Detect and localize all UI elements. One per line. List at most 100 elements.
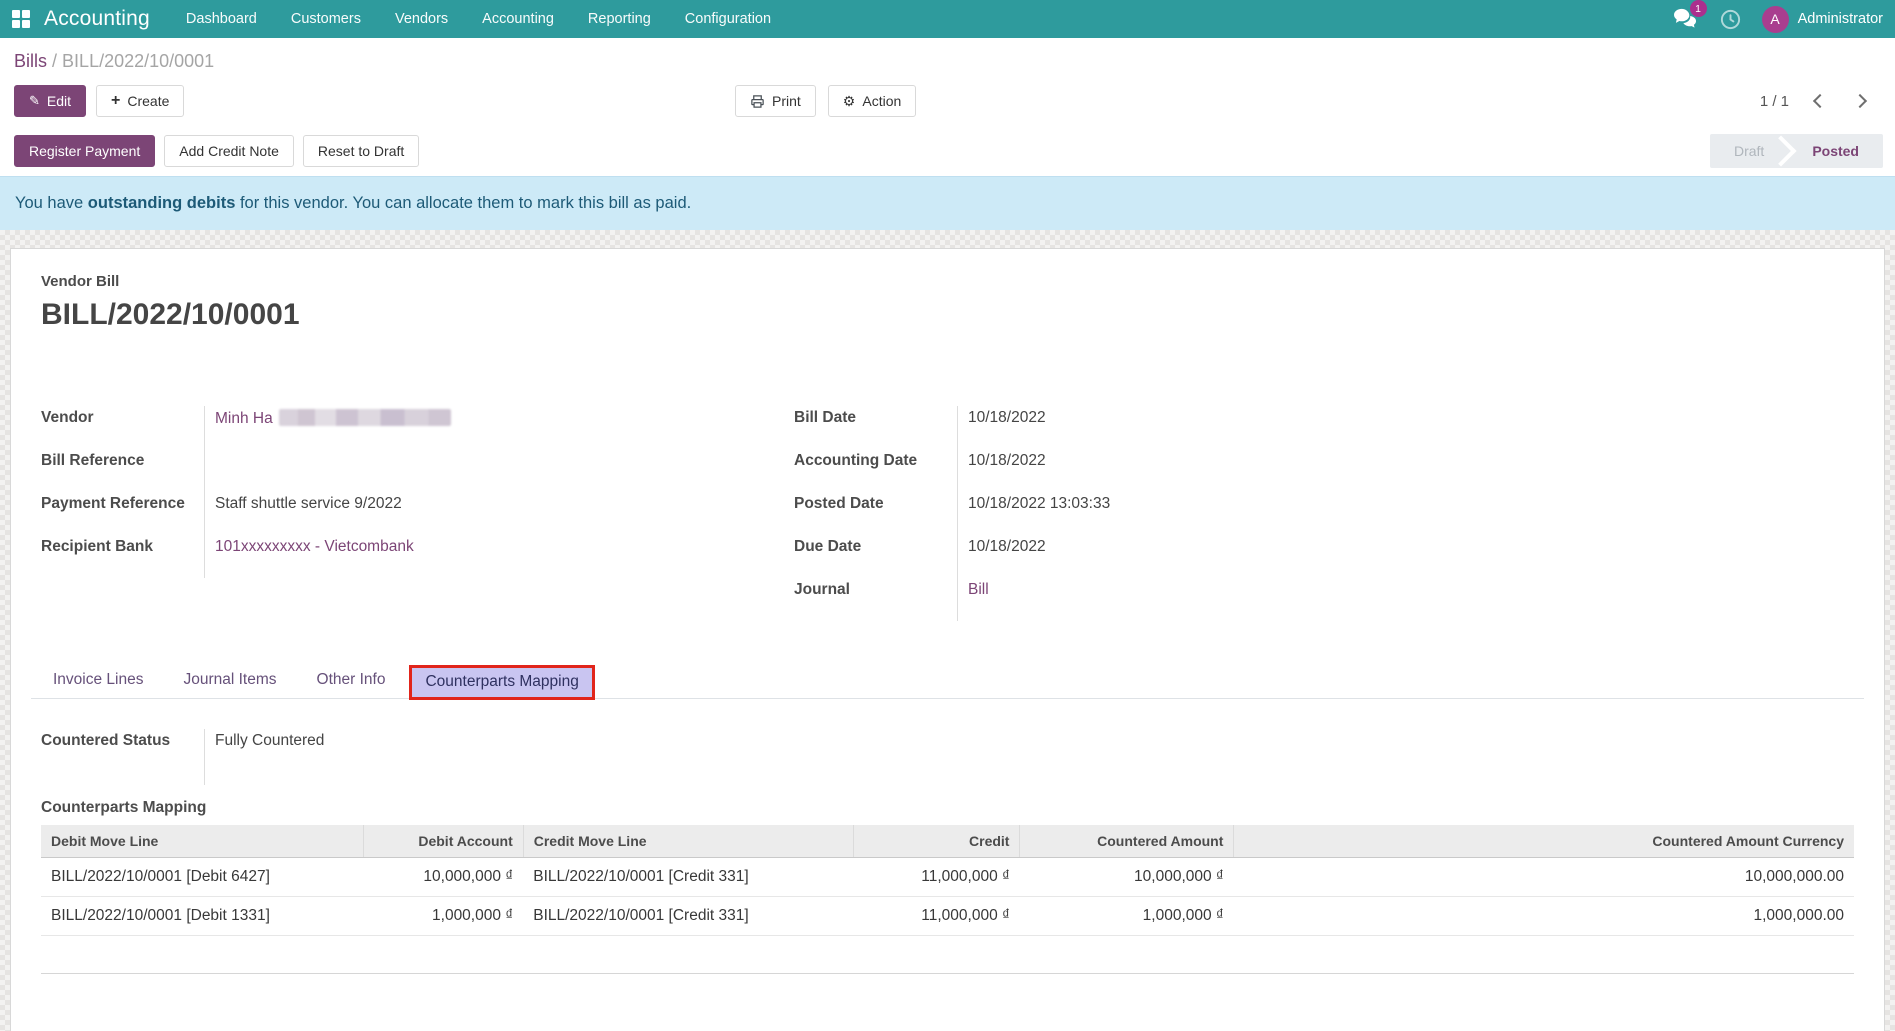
field-journal: Journal Bill [794,578,1564,621]
breadcrumb-bills-link[interactable]: Bills [14,51,47,71]
pager-next-icon[interactable] [1853,94,1867,108]
cell-debit-account: 10,000,000 ₫ [364,858,524,897]
menu-vendors[interactable]: Vendors [395,11,448,27]
table-empty-row [41,936,1854,974]
status-arrow-icon [1766,135,1797,166]
table-row[interactable]: BILL/2022/10/0001 [Debit 1331] 1,000,000… [41,897,1854,936]
reset-to-draft-button[interactable]: Reset to Draft [303,135,419,167]
notebook-tabs: Invoice Lines Journal Items Other Info C… [31,663,1864,699]
cell-countered-amount-currency: 10,000,000.00 [1234,858,1854,897]
top-navbar: Accounting Dashboard Customers Vendors A… [0,0,1895,38]
cell-debit-move-line[interactable]: BILL/2022/10/0001 [Debit 6427] [41,858,364,897]
avatar: A [1762,6,1789,33]
tab-counterparts-mapping[interactable]: Counterparts Mapping [409,665,594,700]
field-countered-status: Countered Status Fully Countered [41,729,1864,785]
content-background: Vendor Bill BILL/2022/10/0001 Vendor Min… [0,230,1895,1031]
posted-date-value: 10/18/2022 13:03:33 [957,492,1564,535]
bill-date-value: 10/18/2022 [957,406,1564,449]
banner-bold-text: outstanding debits [88,194,236,212]
recipient-bank-link[interactable]: 101xxxxxxxxx - Vietcombank [215,538,414,555]
edit-button[interactable]: ✎ Edit [14,85,86,117]
activity-clock-icon[interactable] [1719,8,1742,31]
printer-icon [750,94,765,109]
breadcrumb: Bills / BILL/2022/10/0001 [0,38,1895,76]
pager-value: 1 / 1 [1760,93,1789,110]
field-group-right: Bill Date 10/18/2022 Accounting Date 10/… [794,406,1564,621]
field-bill-reference: Bill Reference [41,449,786,492]
banner-text: You have [15,194,88,212]
field-due-date: Due Date 10/18/2022 [794,535,1564,578]
status-bar: Draft Posted [1710,134,1883,168]
field-recipient-bank: Recipient Bank 101xxxxxxxxx - Vietcomban… [41,535,786,578]
tab-other-info[interactable]: Other Info [301,663,402,698]
apps-grid-icon[interactable] [12,10,30,28]
table-header-row: Debit Move Line Debit Account Credit Mov… [41,825,1854,858]
table-row[interactable]: BILL/2022/10/0001 [Debit 6427] 10,000,00… [41,858,1854,897]
messages-icon[interactable]: 1 [1673,7,1699,31]
status-posted: Posted [1792,143,1879,159]
cell-credit: 11,000,000 ₫ [853,858,1020,897]
breadcrumb-separator: / [52,51,62,71]
field-payment-reference: Payment Reference Staff shuttle service … [41,492,786,535]
add-credit-note-button[interactable]: Add Credit Note [164,135,294,167]
pager-previous-icon[interactable] [1813,94,1827,108]
field-groups: Vendor Minh Ha Bill Reference Payment Re… [41,406,1864,621]
menu-accounting[interactable]: Accounting [482,11,554,27]
print-button[interactable]: Print [735,85,816,117]
menu-customers[interactable]: Customers [291,11,361,27]
pager: 1 / 1 [1760,93,1865,110]
menu-configuration[interactable]: Configuration [685,11,771,27]
bill-reference-value [204,449,786,492]
journal-link[interactable]: Bill [968,581,989,598]
field-accounting-date: Accounting Date 10/18/2022 [794,449,1564,492]
field-bill-date: Bill Date 10/18/2022 [794,406,1564,449]
pencil-icon: ✎ [29,93,40,109]
form-sheet: Vendor Bill BILL/2022/10/0001 Vendor Min… [10,248,1885,1031]
cell-credit-move-line[interactable]: BILL/2022/10/0001 [Credit 331] [523,897,853,936]
accounting-date-value: 10/18/2022 [957,449,1564,492]
col-countered-amount[interactable]: Countered Amount [1020,825,1234,858]
cell-credit-move-line[interactable]: BILL/2022/10/0001 [Credit 331] [523,858,853,897]
col-debit-move-line[interactable]: Debit Move Line [41,825,364,858]
outstanding-debits-banner: You have outstanding debits for this ven… [0,176,1895,230]
page-title: BILL/2022/10/0001 [41,298,1864,332]
counterparts-mapping-table: Debit Move Line Debit Account Credit Mov… [41,825,1854,974]
gear-icon: ⚙ [843,93,856,110]
messages-count-badge: 1 [1690,0,1707,17]
field-group-left: Vendor Minh Ha Bill Reference Payment Re… [41,406,786,621]
due-date-value: 10/18/2022 [957,535,1564,578]
col-credit[interactable]: Credit [853,825,1020,858]
payment-reference-value: Staff shuttle service 9/2022 [204,492,786,535]
cell-countered-amount: 1,000,000 ₫ [1020,897,1234,936]
cell-debit-move-line[interactable]: BILL/2022/10/0001 [Debit 1331] [41,897,364,936]
action-button[interactable]: ⚙ Action [828,85,916,117]
countered-status-value: Fully Countered [204,729,1864,785]
document-type-label: Vendor Bill [31,273,1864,290]
col-countered-amount-currency[interactable]: Countered Amount Currency [1234,825,1854,858]
counterparts-mapping-heading: Counterparts Mapping [41,799,1864,817]
workflow-row: Register Payment Add Credit Note Reset t… [0,126,1895,176]
app-title[interactable]: Accounting [44,7,150,31]
cell-countered-amount-currency: 1,000,000.00 [1234,897,1854,936]
user-menu[interactable]: A Administrator [1762,6,1883,33]
cell-debit-account: 1,000,000 ₫ [364,897,524,936]
field-vendor: Vendor Minh Ha [41,406,786,449]
tab-invoice-lines[interactable]: Invoice Lines [37,663,159,698]
col-credit-move-line[interactable]: Credit Move Line [523,825,853,858]
register-payment-button[interactable]: Register Payment [14,135,155,167]
tab-journal-items[interactable]: Journal Items [167,663,292,698]
cell-credit: 11,000,000 ₫ [853,897,1020,936]
main-menu: Dashboard Customers Vendors Accounting R… [186,11,771,27]
control-panel: ✎ Edit + Create Print ⚙ Action 1 / 1 [0,76,1895,126]
vendor-name-redacted [279,409,451,426]
create-button[interactable]: + Create [96,85,184,117]
vendor-link[interactable]: Minh Ha [215,410,273,427]
field-posted-date: Posted Date 10/18/2022 13:03:33 [794,492,1564,535]
menu-dashboard[interactable]: Dashboard [186,11,257,27]
col-debit-account[interactable]: Debit Account [364,825,524,858]
menu-reporting[interactable]: Reporting [588,11,651,27]
banner-text-suffix: for this vendor. You can allocate them t… [235,194,691,212]
plus-icon: + [111,93,120,109]
cell-countered-amount: 10,000,000 ₫ [1020,858,1234,897]
user-name: Administrator [1798,11,1883,27]
